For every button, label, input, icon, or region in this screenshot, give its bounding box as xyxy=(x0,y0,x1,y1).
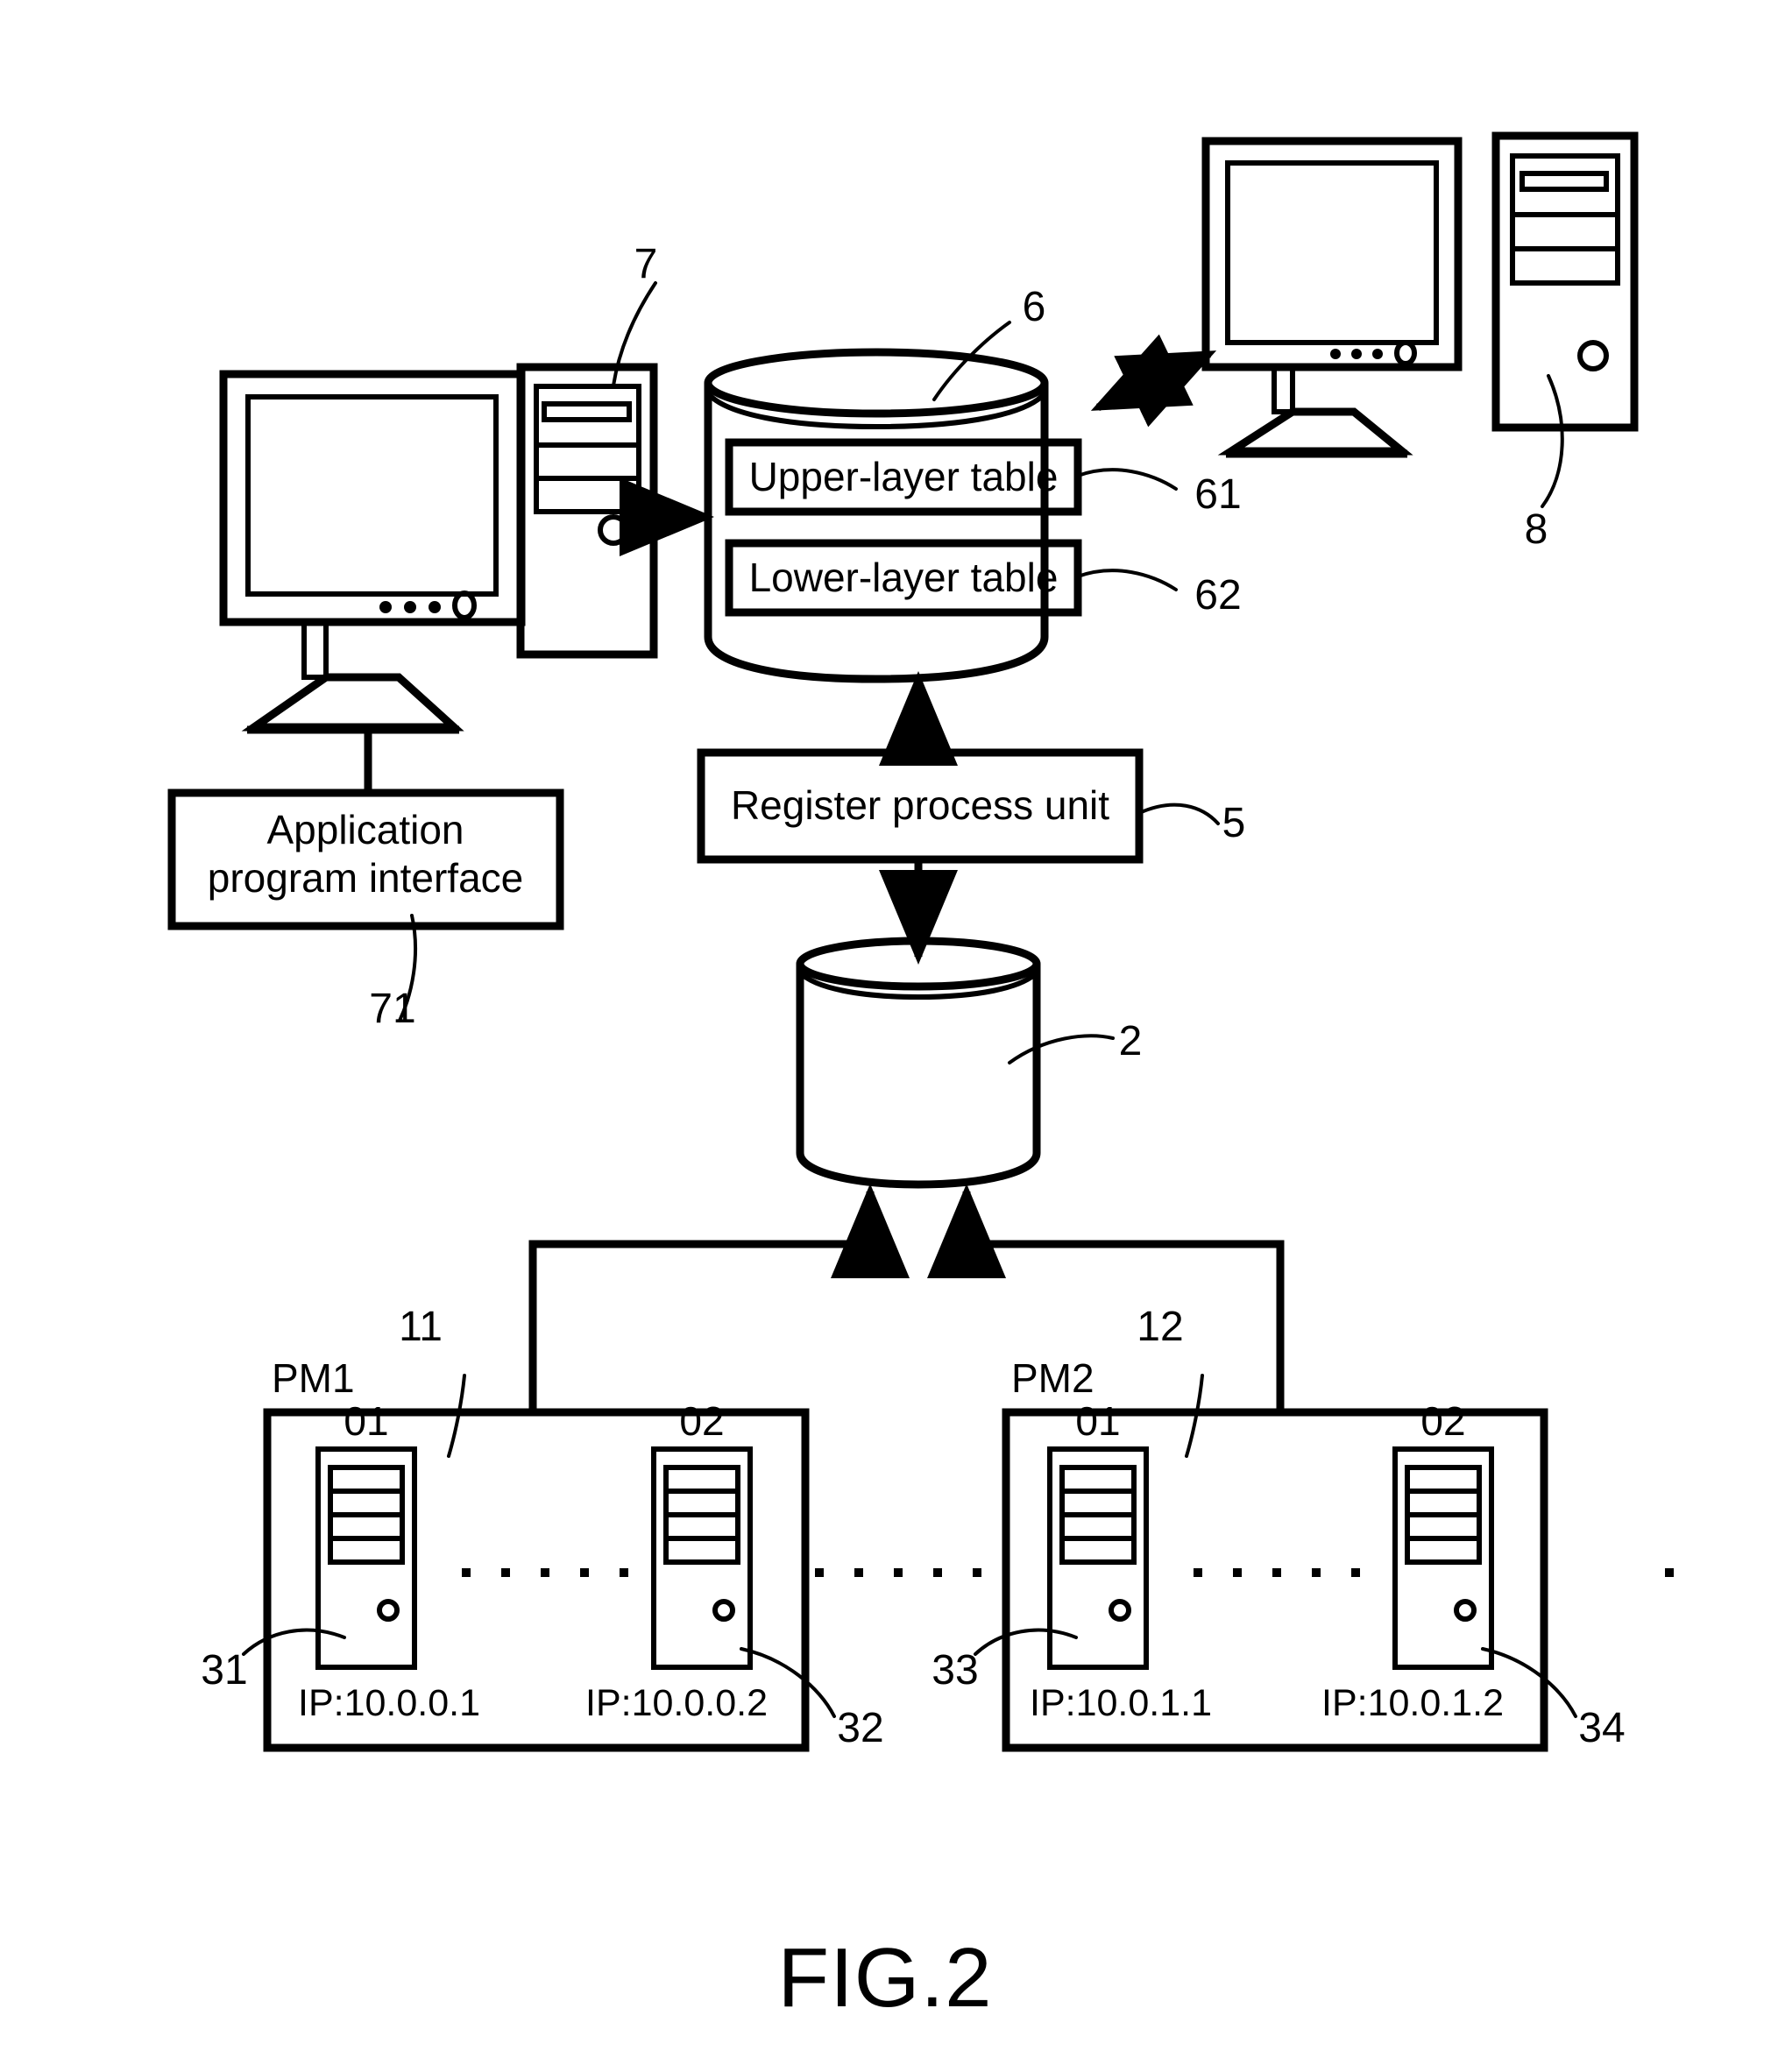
ref-numeral-11: 11 xyxy=(399,1304,443,1350)
ref-numeral-61: 61 xyxy=(1194,471,1241,518)
server-rack-icon-pm2-02 xyxy=(1392,1446,1494,1670)
pm1-vm1-index-label: 01 xyxy=(344,1398,388,1444)
pm2-vm1-ip-label: IP:10.0.1.1 xyxy=(1030,1682,1212,1724)
register-process-unit-label: Register process unit xyxy=(731,782,1109,828)
pm1-vm2-ip-label: IP:10.0.0.2 xyxy=(585,1682,768,1724)
patent-figure-2: Upper-layer table Lower-layer table Appl… xyxy=(0,0,1771,2072)
pm2-name-label: PM2 xyxy=(1011,1355,1094,1401)
server-rack-icon-pm1-02 xyxy=(651,1446,753,1670)
computer-tower-icon-left xyxy=(516,363,658,659)
computer-tower-icon-right xyxy=(1491,131,1639,432)
monitor-icon-right xyxy=(1201,137,1463,458)
ref-numeral-7: 7 xyxy=(634,241,658,287)
arrow-database-to-remote-monitor xyxy=(1090,334,1217,428)
monitor-icon-left xyxy=(219,370,526,734)
bus-line-pm1 xyxy=(528,1240,870,1412)
figure-canvas: Upper-layer table Lower-layer table Appl… xyxy=(167,131,1674,2025)
leader-line-62 xyxy=(1076,569,1178,591)
ref-numeral-32: 32 xyxy=(837,1705,883,1751)
ref-numeral-34: 34 xyxy=(1578,1705,1625,1751)
pm2-vm1-index-label: 01 xyxy=(1075,1398,1120,1444)
leader-line-2 xyxy=(1008,1034,1115,1064)
ref-numeral-5: 5 xyxy=(1222,800,1246,846)
pm1-vm1-ip-label: IP:10.0.0.1 xyxy=(298,1682,480,1724)
leader-line-31 xyxy=(242,1628,346,1656)
ellipsis-dots-pm1 xyxy=(462,1568,628,1577)
ref-numeral-71: 71 xyxy=(369,986,415,1032)
leader-line-33 xyxy=(974,1628,1078,1656)
api-label-line1: Application xyxy=(266,807,464,852)
pm1-vm2-index-label: 02 xyxy=(679,1398,724,1444)
pm2-vm2-ip-label: IP:10.0.1.2 xyxy=(1321,1682,1504,1724)
ref-numeral-12: 12 xyxy=(1137,1304,1183,1350)
ref-numeral-8: 8 xyxy=(1525,506,1548,553)
api-label-line2: program interface xyxy=(208,855,524,901)
ellipsis-dots-pm1-right-edge xyxy=(1665,1568,1674,1577)
lower-layer-table-label: Lower-layer table xyxy=(749,555,1059,600)
leader-line-5 xyxy=(1137,803,1220,825)
storage-cylinder-icon xyxy=(796,937,1041,1189)
figure-caption: FIG.2 xyxy=(777,1931,992,2025)
ellipsis-dots-between-pms xyxy=(815,1568,981,1577)
ellipsis-dots-pm2 xyxy=(1194,1568,1360,1577)
pm1-name-label: PM1 xyxy=(272,1355,355,1401)
leader-line-8 xyxy=(1541,374,1564,508)
ref-numeral-33: 33 xyxy=(932,1647,978,1694)
ref-numeral-31: 31 xyxy=(201,1647,247,1694)
ref-numeral-6: 6 xyxy=(1023,284,1046,330)
ref-numeral-2: 2 xyxy=(1119,1018,1143,1064)
pm2-vm2-index-label: 02 xyxy=(1420,1398,1465,1444)
ref-numeral-62: 62 xyxy=(1194,572,1241,619)
leader-line-61 xyxy=(1076,468,1178,491)
upper-layer-table-label: Upper-layer table xyxy=(749,454,1059,499)
